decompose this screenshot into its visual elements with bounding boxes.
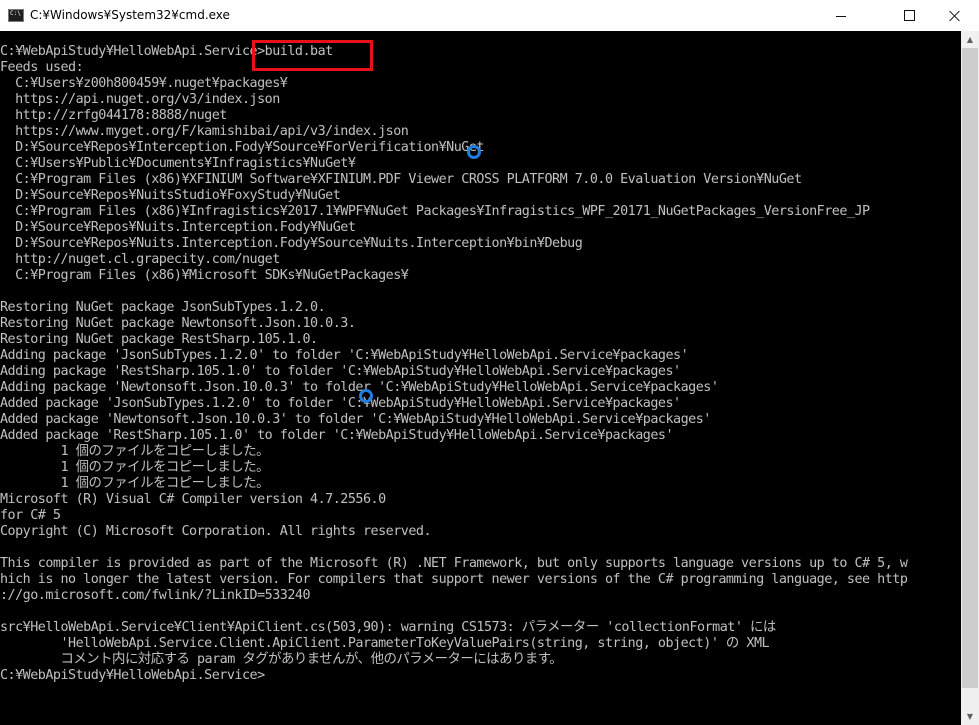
console-line: ://go.microsoft.com/fwlink/?LinkID=53324… [0,588,311,603]
maximize-button[interactable] [886,0,932,31]
console-line: C:¥WebApiStudy¥HelloWebApi.Service> [0,668,265,683]
scroll-up-arrow-icon[interactable]: ▲ [961,31,979,48]
console-line: 1 個のファイルをコピーしました。 [0,460,269,475]
console-line: http://nuget.cl.grapecity.com/nuget [0,252,280,267]
console-line: 1 個のファイルをコピーしました。 [0,444,269,459]
maximize-icon [903,10,915,21]
console-line: C:¥Program Files (x86)¥Microsoft SDKs¥Nu… [0,268,409,283]
vertical-scrollbar[interactable]: ▲ ▼ [961,31,979,725]
console-line: D:¥Source¥Repos¥NuitsStudio¥FoxyStudy¥Nu… [0,188,341,203]
minimize-button[interactable] [818,0,864,31]
console-line: src¥HelloWebApi.Service¥Client¥ApiClient… [0,620,776,635]
console-line: Adding package 'JsonSubTypes.1.2.0' to f… [0,348,689,363]
console-line: Restoring NuGet package Newtonsoft.Json.… [0,316,356,331]
click-marker-icon [467,145,481,159]
console-line: C:¥Program Files (x86)¥Infragistics¥2017… [0,204,870,219]
console-line: https://www.myget.org/F/kamishibai/api/v… [0,124,409,139]
console-line: C:¥Users¥z00h800459¥.nuget¥packages¥ [0,76,288,91]
minimize-icon [836,16,846,17]
console-line: Copyright (C) Microsoft Corporation. All… [0,524,432,539]
scrollbar-thumb[interactable] [962,48,978,688]
console-line: C:¥WebApiStudy¥HelloWebApi.Service>build… [0,44,333,59]
console-line: hich is no longer the latest version. Fo… [0,572,908,587]
window-title: C:¥Windows¥System32¥cmd.exe [30,8,230,22]
console-line: This compiler is provided as part of the… [0,556,908,571]
console-line: Added package 'Newtonsoft.Json.10.0.3' t… [0,412,711,427]
console-line: Added package 'RestSharp.105.1.0' to fol… [0,428,674,443]
console-line: コメント内に対応する param タグがありませんが、他のパラメーターにはありま… [0,652,563,667]
console-line: Restoring NuGet package RestSharp.105.1.… [0,332,318,347]
close-icon [949,10,961,22]
console-line: 1 個のファイルをコピーしました。 [0,476,269,491]
console-output[interactable]: C:¥WebApiStudy¥HelloWebApi.Service>build… [0,31,961,725]
console-line: for C# 5 [0,508,61,523]
cmd-window: C:¥Windows¥System32¥cmd.exe C:¥WebApiStu… [0,0,979,725]
cmd-icon[interactable] [8,9,24,22]
command-highlight-box [252,40,373,71]
console-line: Adding package 'Newtonsoft.Json.10.0.3' … [0,380,719,395]
console-line: C:¥Program Files (x86)¥XFINIUM Software¥… [0,172,802,187]
console-line: Microsoft (R) Visual C# Compiler version… [0,492,386,507]
scroll-down-arrow-icon[interactable]: ▼ [961,708,979,725]
console-line: Adding package 'RestSharp.105.1.0' to fo… [0,364,681,379]
console-line: 'HelloWebApi.Service.Client.ApiClient.Pa… [0,636,770,651]
click-marker-icon [359,389,373,403]
title-bar[interactable]: C:¥Windows¥System32¥cmd.exe [0,0,979,32]
console-line: Added package 'JsonSubTypes.1.2.0' to fo… [0,396,681,411]
console-line: C:¥Users¥Public¥Documents¥Infragistics¥N… [0,156,356,171]
console-line: D:¥Source¥Repos¥Nuits.Interception.Fody¥… [0,236,583,251]
console-line: Restoring NuGet package JsonSubTypes.1.2… [0,300,326,315]
console-line: http://zrfg044178:8888/nuget [0,108,227,123]
console-line: https://api.nuget.org/v3/index.json [0,92,280,107]
close-button[interactable] [932,0,978,31]
console-line: Feeds used: [0,60,84,75]
console-line: D:¥Source¥Repos¥Nuits.Interception.Fody¥… [0,220,356,235]
